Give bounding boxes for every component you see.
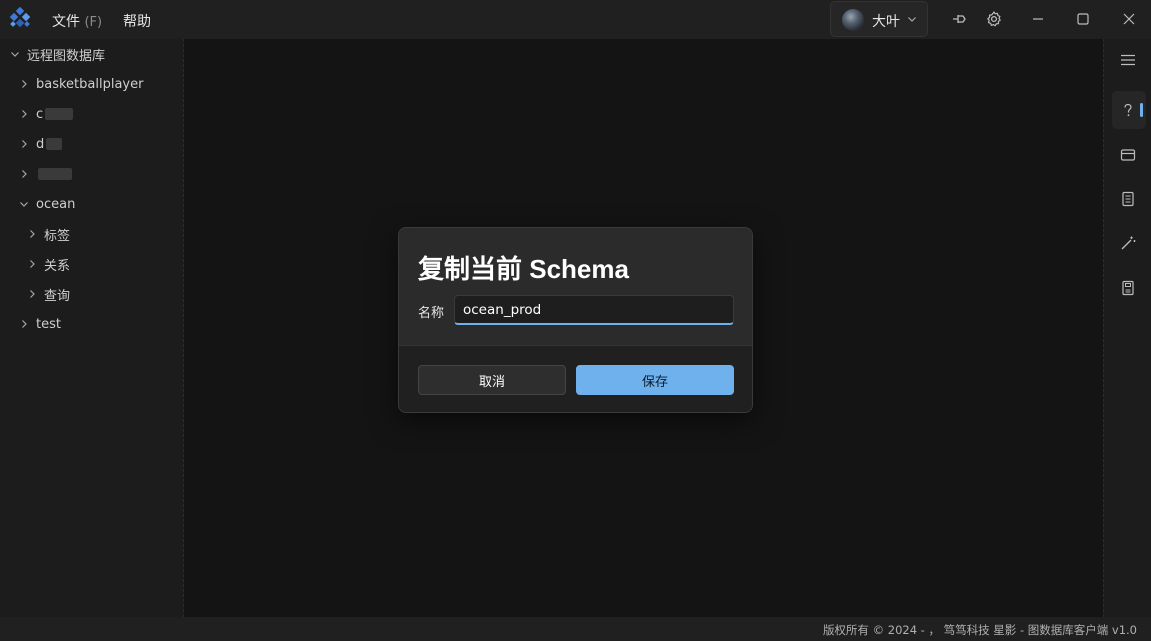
chevron-right-icon: [30, 230, 35, 238]
app-logo-icon: [9, 7, 31, 28]
document-icon[interactable]: [1119, 190, 1137, 208]
pin-icon[interactable]: [951, 10, 969, 28]
help-icon[interactable]: [1119, 101, 1137, 119]
chevron-right-icon: [22, 320, 27, 328]
menu-help[interactable]: 帮助: [123, 11, 151, 31]
tree-item-label: 关系: [44, 258, 71, 274]
name-label: 名称: [418, 306, 445, 321]
dialog-title: 复制当前 Schema: [418, 254, 629, 284]
maximize-icon[interactable]: [1074, 10, 1092, 28]
user-menu[interactable]: 大叶: [830, 1, 928, 37]
redacted-block: [38, 168, 72, 180]
chevron-down-icon: [11, 52, 19, 57]
tree-item-queries[interactable]: 查询: [27, 279, 70, 309]
tree-item-label: c: [36, 106, 44, 122]
tree-item-masked-2[interactable]: d: [19, 129, 63, 159]
user-name: 大叶: [872, 14, 900, 30]
tree-root[interactable]: 远程图数据库: [10, 39, 105, 69]
menu-file-hint: (F): [84, 15, 103, 30]
minimize-icon[interactable]: [1029, 10, 1047, 28]
chevron-down-icon: [20, 202, 28, 207]
tree-item-test[interactable]: test: [19, 309, 61, 339]
menu-icon[interactable]: [1119, 51, 1137, 69]
tree-item-ocean[interactable]: ocean: [19, 189, 75, 219]
tree-item-label: d: [36, 136, 45, 152]
menu-help-label: 帮助: [123, 14, 151, 30]
tree-item-label: 标签: [44, 228, 71, 244]
tree-item-label: test: [36, 316, 61, 332]
sidebar-tree: 远程图数据库 basketballplayer c d ocean 标签 关系 …: [0, 39, 184, 617]
magic-wand-icon[interactable]: [1119, 234, 1137, 252]
chevron-right-icon: [22, 140, 27, 148]
chevron-down-icon: [908, 17, 916, 22]
chevron-right-icon: [30, 290, 35, 298]
menu-file-label: 文件: [52, 14, 80, 30]
avatar: [842, 9, 864, 31]
copy-schema-dialog: 复制当前 Schema 名称 取消 保存: [398, 227, 753, 413]
tree-item-tags[interactable]: 标签: [27, 219, 70, 249]
redacted-block: [45, 108, 74, 120]
tree-item-masked-1[interactable]: c: [19, 99, 74, 129]
tree-item-basketballplayer[interactable]: basketballplayer: [19, 69, 143, 99]
chevron-right-icon: [22, 80, 27, 88]
tree-item-label: ocean: [36, 196, 76, 212]
cancel-button[interactable]: 取消: [418, 365, 566, 395]
chevron-right-icon: [22, 110, 27, 118]
menu-file[interactable]: 文件 (F): [52, 11, 102, 31]
gear-icon[interactable]: [985, 10, 1003, 28]
redacted-block: [46, 138, 63, 150]
save-disk-icon[interactable]: [1119, 279, 1137, 297]
save-button[interactable]: 保存: [576, 365, 734, 395]
chevron-right-icon: [30, 260, 35, 268]
copyright-text: 版权所有 © 2024 - ， 笃笃科技 星影 - 图数据库客户端 v1.0: [822, 623, 1137, 637]
title-bar: 文件 (F) 帮助 大叶: [0, 0, 1151, 39]
dialog-footer: 取消 保存: [399, 345, 752, 412]
right-toolbar: [1103, 39, 1151, 617]
tree-item-masked-3[interactable]: [19, 159, 72, 189]
tree-item-label: 查询: [44, 288, 71, 304]
schema-name-input[interactable]: [454, 295, 734, 325]
active-tool-indicator: [1140, 103, 1143, 117]
chevron-right-icon: [22, 170, 27, 178]
tree-item-label: basketballplayer: [36, 76, 144, 92]
close-icon[interactable]: [1120, 10, 1138, 28]
tree-root-label: 远程图数据库: [27, 48, 106, 64]
card-icon[interactable]: [1119, 146, 1137, 164]
status-bar: 版权所有 © 2024 - ， 笃笃科技 星影 - 图数据库客户端 v1.0: [0, 617, 1151, 641]
tree-item-relations[interactable]: 关系: [27, 249, 70, 279]
